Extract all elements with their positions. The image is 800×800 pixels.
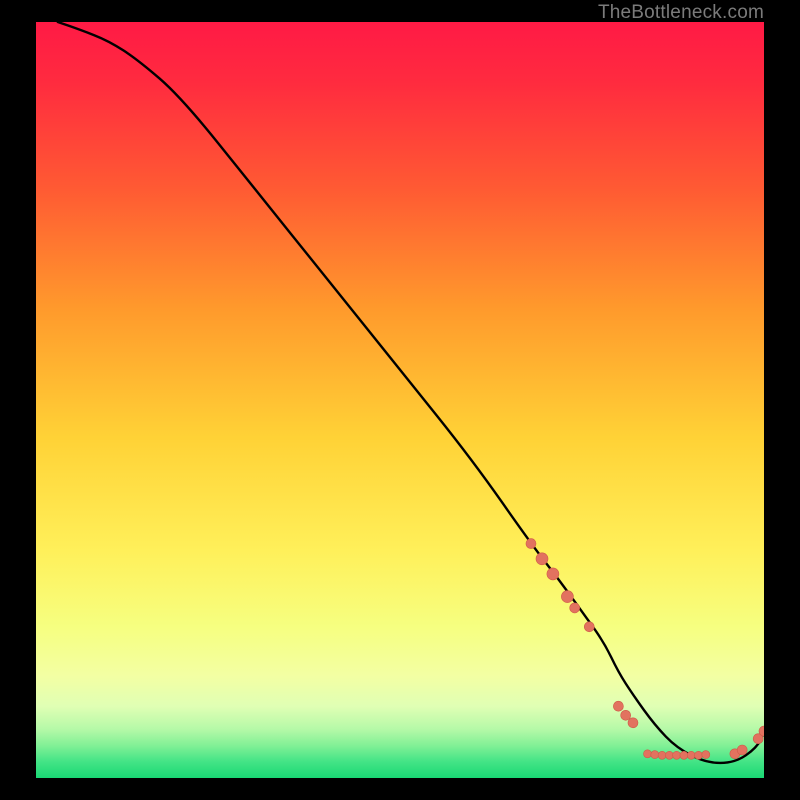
data-point xyxy=(570,603,580,613)
data-point xyxy=(702,751,710,759)
chart-frame xyxy=(36,22,764,778)
data-point xyxy=(651,751,659,759)
gradient-background xyxy=(36,22,764,778)
data-point xyxy=(526,539,536,549)
data-point xyxy=(621,710,631,720)
data-point xyxy=(658,751,666,759)
data-point xyxy=(644,750,652,758)
data-point xyxy=(665,751,673,759)
data-point xyxy=(536,553,548,565)
data-point xyxy=(687,751,695,759)
data-point xyxy=(680,751,688,759)
data-point xyxy=(695,751,703,759)
data-point xyxy=(584,622,594,632)
bottleneck-chart xyxy=(36,22,764,778)
watermark-text: TheBottleneck.com xyxy=(598,2,764,24)
data-point xyxy=(737,745,747,755)
data-point xyxy=(561,591,573,603)
data-point xyxy=(613,701,623,711)
data-point xyxy=(547,568,559,580)
data-point xyxy=(673,751,681,759)
data-point xyxy=(628,718,638,728)
